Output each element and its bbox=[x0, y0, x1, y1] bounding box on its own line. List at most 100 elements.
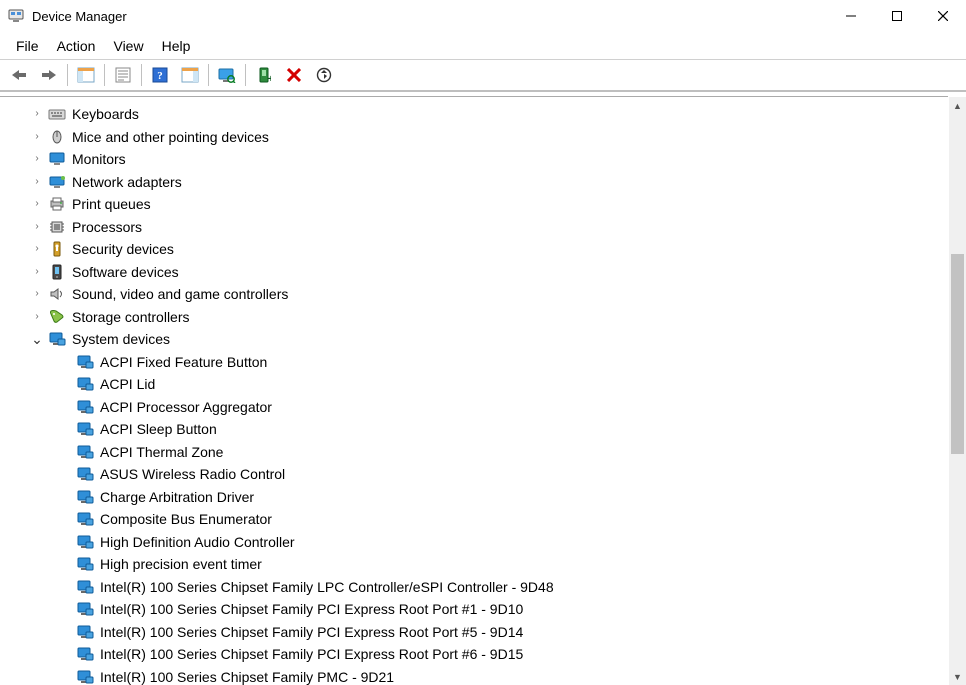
category-label: System devices bbox=[72, 328, 170, 350]
help-button[interactable]: ? bbox=[146, 62, 174, 88]
category-sound[interactable]: › Sound, video and game controllers bbox=[0, 283, 949, 306]
system-device-icon bbox=[76, 354, 94, 370]
device-label: ACPI Processor Aggregator bbox=[100, 396, 272, 418]
category-security[interactable]: ›Security devices bbox=[0, 238, 949, 261]
scroll-track[interactable] bbox=[949, 114, 966, 668]
system-device-icon bbox=[76, 579, 94, 595]
toolbar-separator bbox=[208, 64, 209, 86]
title-bar: Device Manager bbox=[0, 0, 966, 32]
expand-icon[interactable]: › bbox=[30, 238, 44, 260]
expand-icon[interactable]: › bbox=[30, 283, 44, 305]
toolbar: ? + bbox=[0, 60, 966, 92]
category-label: Mice and other pointing devices bbox=[72, 126, 269, 148]
update-driver-button[interactable] bbox=[310, 62, 338, 88]
device-item[interactable]: ACPI Lid bbox=[0, 373, 949, 396]
device-item[interactable]: Intel(R) 100 Series Chipset Family PCI E… bbox=[0, 643, 949, 666]
forward-button[interactable] bbox=[35, 62, 63, 88]
minimize-button[interactable] bbox=[828, 0, 874, 32]
properties-button[interactable] bbox=[109, 62, 137, 88]
menu-view[interactable]: View bbox=[105, 35, 151, 57]
system-device-icon bbox=[76, 444, 94, 460]
menu-file[interactable]: File bbox=[8, 35, 47, 57]
device-label: ACPI Lid bbox=[100, 373, 155, 395]
device-item[interactable]: ACPI Processor Aggregator bbox=[0, 396, 949, 419]
security-icon bbox=[48, 241, 66, 257]
category-network[interactable]: › Network adapters bbox=[0, 171, 949, 194]
device-label: ACPI Thermal Zone bbox=[100, 441, 223, 463]
monitor-icon bbox=[48, 151, 66, 167]
device-item[interactable]: Intel(R) 100 Series Chipset Family PCI E… bbox=[0, 621, 949, 644]
category-mouse[interactable]: › Mice and other pointing devices bbox=[0, 126, 949, 149]
device-item[interactable]: ACPI Sleep Button bbox=[0, 418, 949, 441]
cpu-icon bbox=[48, 219, 66, 235]
device-item[interactable]: ASUS Wireless Radio Control bbox=[0, 463, 949, 486]
menu-bar: File Action View Help bbox=[0, 32, 966, 60]
system-device-icon bbox=[76, 489, 94, 505]
system-device-icon bbox=[76, 534, 94, 550]
add-legacy-hardware-button[interactable]: + bbox=[250, 62, 278, 88]
scroll-thumb[interactable] bbox=[951, 254, 964, 454]
expand-icon[interactable]: › bbox=[30, 126, 44, 148]
category-label: Sound, video and game controllers bbox=[72, 283, 288, 305]
device-label: Intel(R) 100 Series Chipset Family LPC C… bbox=[100, 576, 554, 598]
app-icon bbox=[8, 8, 24, 24]
device-item[interactable]: Intel(R) 100 Series Chipset Family LPC C… bbox=[0, 576, 949, 599]
scroll-down-arrow[interactable]: ▼ bbox=[949, 668, 966, 685]
category-software[interactable]: ›Software devices bbox=[0, 261, 949, 284]
system-device-icon bbox=[76, 399, 94, 415]
window-title: Device Manager bbox=[32, 9, 127, 24]
device-item[interactable]: High precision event timer bbox=[0, 553, 949, 576]
vertical-scrollbar[interactable]: ▲ ▼ bbox=[949, 97, 966, 685]
collapse-icon[interactable]: ⌄ bbox=[30, 328, 44, 350]
expand-icon[interactable]: › bbox=[30, 171, 44, 193]
system-device-icon bbox=[76, 376, 94, 392]
category-printer[interactable]: ›Print queues bbox=[0, 193, 949, 216]
device-item[interactable]: Composite Bus Enumerator bbox=[0, 508, 949, 531]
back-button[interactable] bbox=[5, 62, 33, 88]
expand-icon[interactable]: › bbox=[30, 193, 44, 215]
device-item[interactable]: ACPI Fixed Feature Button bbox=[0, 351, 949, 374]
content-area: ›Keyboards›Mice and other pointing devic… bbox=[0, 96, 966, 685]
device-item[interactable]: Charge Arbitration Driver bbox=[0, 486, 949, 509]
category-label: Processors bbox=[72, 216, 142, 238]
uninstall-device-button[interactable] bbox=[280, 62, 308, 88]
toolbar-separator bbox=[245, 64, 246, 86]
device-item[interactable]: Intel(R) 100 Series Chipset Family PMC -… bbox=[0, 666, 949, 685]
device-item[interactable]: ACPI Thermal Zone bbox=[0, 441, 949, 464]
category-label: Network adapters bbox=[72, 171, 182, 193]
expand-icon[interactable]: › bbox=[30, 216, 44, 238]
category-keyboard[interactable]: ›Keyboards bbox=[0, 103, 949, 126]
device-label: Intel(R) 100 Series Chipset Family PMC -… bbox=[100, 666, 394, 685]
device-label: Intel(R) 100 Series Chipset Family PCI E… bbox=[100, 621, 523, 643]
printer-icon bbox=[48, 196, 66, 212]
device-item[interactable]: High Definition Audio Controller bbox=[0, 531, 949, 554]
device-label: ACPI Fixed Feature Button bbox=[100, 351, 267, 373]
expand-icon[interactable]: › bbox=[30, 148, 44, 170]
expand-icon[interactable]: › bbox=[30, 103, 44, 125]
device-tree[interactable]: ›Keyboards›Mice and other pointing devic… bbox=[0, 101, 949, 685]
expand-icon[interactable]: › bbox=[30, 306, 44, 328]
svg-text:+: + bbox=[268, 74, 271, 83]
device-label: High precision event timer bbox=[100, 553, 262, 575]
maximize-button[interactable] bbox=[874, 0, 920, 32]
device-item[interactable]: Intel(R) 100 Series Chipset Family PCI E… bbox=[0, 598, 949, 621]
toolbar-separator bbox=[67, 64, 68, 86]
expand-icon[interactable]: › bbox=[30, 261, 44, 283]
show-hide-tree-button[interactable] bbox=[72, 62, 100, 88]
system-device-icon bbox=[76, 466, 94, 482]
category-label: Monitors bbox=[72, 148, 126, 170]
device-label: Composite Bus Enumerator bbox=[100, 508, 272, 530]
menu-help[interactable]: Help bbox=[154, 35, 199, 57]
scroll-up-arrow[interactable]: ▲ bbox=[949, 97, 966, 114]
category-storage[interactable]: ›Storage controllers bbox=[0, 306, 949, 329]
category-system[interactable]: ⌄ System devices bbox=[0, 328, 949, 351]
scan-hardware-button[interactable] bbox=[213, 62, 241, 88]
close-button[interactable] bbox=[920, 0, 966, 32]
keyboard-icon bbox=[48, 106, 66, 122]
category-cpu[interactable]: › Processors bbox=[0, 216, 949, 239]
category-monitor[interactable]: › Monitors bbox=[0, 148, 949, 171]
toolbar-separator bbox=[141, 64, 142, 86]
menu-action[interactable]: Action bbox=[49, 35, 104, 57]
show-hide-action-pane-button[interactable] bbox=[176, 62, 204, 88]
system-device-icon bbox=[76, 556, 94, 572]
